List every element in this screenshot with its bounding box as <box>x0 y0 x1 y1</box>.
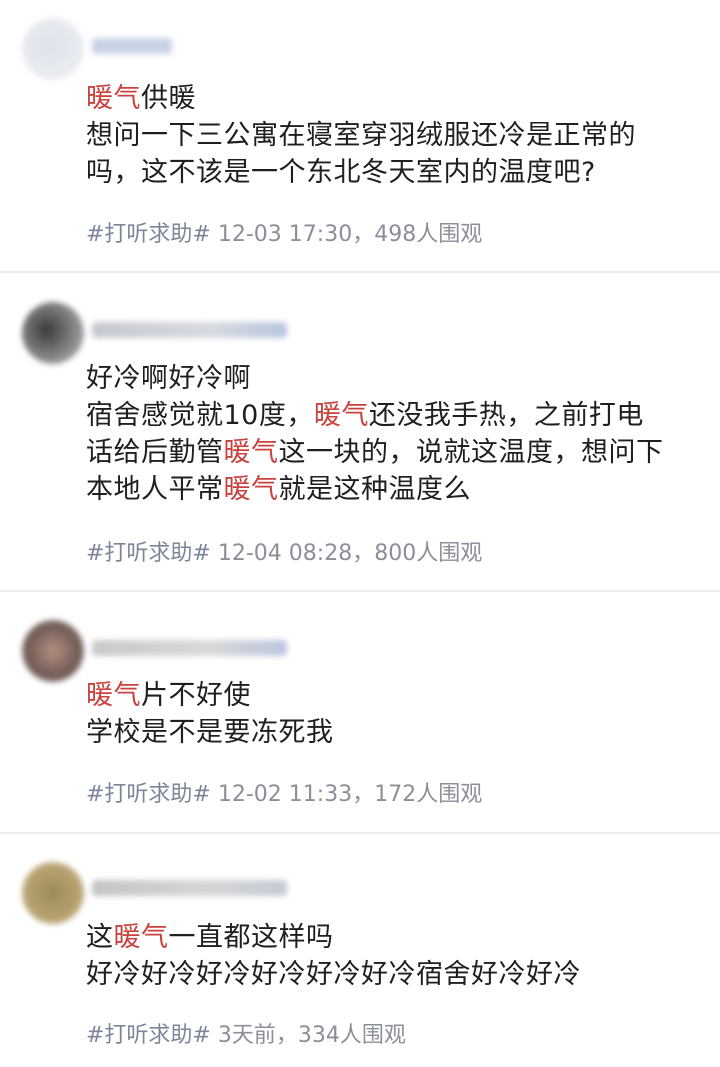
user-avatar[interactable] <box>22 302 84 364</box>
meta-separator: ， <box>352 782 375 807</box>
keyword-link[interactable]: 暖气 <box>86 680 141 711</box>
user-avatar[interactable] <box>22 620 84 682</box>
meta-separator: ， <box>352 541 375 566</box>
post-text-line: 吗，这不该是一个东北冬天室内的温度吧? <box>86 154 706 191</box>
post-time: 12-04 08:28 <box>217 541 353 566</box>
post-text-line: 想问一下三公寓在寝室穿羽绒服还冷是正常的 <box>86 117 706 154</box>
username-blurred[interactable] <box>92 322 287 338</box>
meta-separator: ， <box>352 222 375 247</box>
keyword-link[interactable]: 暖气 <box>86 83 141 114</box>
post-text-segment: 这 <box>86 922 114 953</box>
topic-tag[interactable]: #打听求助# <box>86 222 211 247</box>
post-text-segment: 学校是不是要冻死我 <box>86 717 334 748</box>
keyword-link[interactable]: 暖气 <box>224 474 279 505</box>
post-text-segment: 供暖 <box>141 83 196 114</box>
topic-tag[interactable]: #打听求助# <box>86 782 211 807</box>
post-text-segment: 本地人平常 <box>86 474 224 505</box>
post-text-line: 暖气片不好使 <box>86 677 706 714</box>
meta-separator: ， <box>275 1023 298 1048</box>
post-time: 12-03 17:30 <box>217 222 353 247</box>
post-time: 12-02 11:33 <box>217 782 353 807</box>
post-divider <box>0 590 720 592</box>
post-text-segment: 宿舍感觉就10度， <box>86 400 314 431</box>
post-text-segment: 想问一下三公寓在寝室穿羽绒服还冷是正常的 <box>86 120 636 151</box>
post-meta: #打听求助# 12-04 08:28，800人围观 <box>86 535 482 567</box>
keyword-link[interactable]: 暖气 <box>314 400 369 431</box>
post-text-segment: 好冷好冷好冷好冷好冷好冷宿舍好冷好冷 <box>86 959 581 990</box>
post-text: 好冷啊好冷啊 宿舍感觉就10度，暖气还没我手热，之前打电 话给后勤管暖气这一块的，说… <box>86 360 706 508</box>
view-count: 172人围观 <box>374 782 483 807</box>
post-text: 这暖气一直都这样吗 好冷好冷好冷好冷好冷好冷宿舍好冷好冷 <box>86 919 706 993</box>
view-count: 334人围观 <box>297 1023 406 1048</box>
post-meta: #打听求助# 12-02 11:33，172人围观 <box>86 776 482 808</box>
username-blurred[interactable] <box>92 640 287 656</box>
post-divider <box>0 271 720 273</box>
post-text-line: 学校是不是要冻死我 <box>86 714 706 751</box>
post-text-line: 好冷啊好冷啊 <box>86 360 706 397</box>
post-text: 暖气片不好使 学校是不是要冻死我 <box>86 677 706 751</box>
post-divider <box>0 832 720 834</box>
view-count: 800人围观 <box>374 541 483 566</box>
keyword-link[interactable]: 暖气 <box>224 437 279 468</box>
post-text-line: 话给后勤管暖气这一块的，说就这温度，想问下 <box>86 434 706 471</box>
post-text-segment: 好冷啊好冷啊 <box>86 363 251 394</box>
topic-tag[interactable]: #打听求助# <box>86 541 211 566</box>
post-text-segment: 吗，这不该是一个东北冬天室内的温度吧? <box>86 157 596 188</box>
post-text: 暖气供暖 想问一下三公寓在寝室穿羽绒服还冷是正常的 吗，这不该是一个东北冬天室内的温… <box>86 80 706 191</box>
view-count: 498人围观 <box>374 222 483 247</box>
post-text-segment: 话给后勤管 <box>86 437 224 468</box>
username-blurred[interactable] <box>92 38 172 54</box>
user-avatar[interactable] <box>22 862 84 924</box>
post-text-line: 暖气供暖 <box>86 80 706 117</box>
post-meta: #打听求助# 12-03 17:30，498人围观 <box>86 216 482 248</box>
post-time: 3天前 <box>217 1023 276 1048</box>
post-text-segment: 就是这种温度么 <box>278 474 471 505</box>
post-meta: #打听求助# 3天前，334人围观 <box>86 1017 406 1049</box>
post-text-segment: 一直都这样吗 <box>168 922 334 953</box>
username-blurred[interactable] <box>92 880 287 896</box>
keyword-link[interactable]: 暖气 <box>114 922 169 953</box>
post-text-line: 本地人平常暖气就是这种温度么 <box>86 471 706 508</box>
topic-tag[interactable]: #打听求助# <box>86 1023 211 1048</box>
post-text-segment: 这一块的，说就这温度，想问下 <box>278 437 664 468</box>
post-text-line: 这暖气一直都这样吗 <box>86 919 706 956</box>
post-text-line: 宿舍感觉就10度，暖气还没我手热，之前打电 <box>86 397 706 434</box>
user-avatar[interactable] <box>22 18 84 80</box>
post-text-segment: 还没我手热，之前打电 <box>368 400 644 431</box>
post-text-segment: 片不好使 <box>141 680 251 711</box>
post-text-line: 好冷好冷好冷好冷好冷好冷宿舍好冷好冷 <box>86 956 706 993</box>
